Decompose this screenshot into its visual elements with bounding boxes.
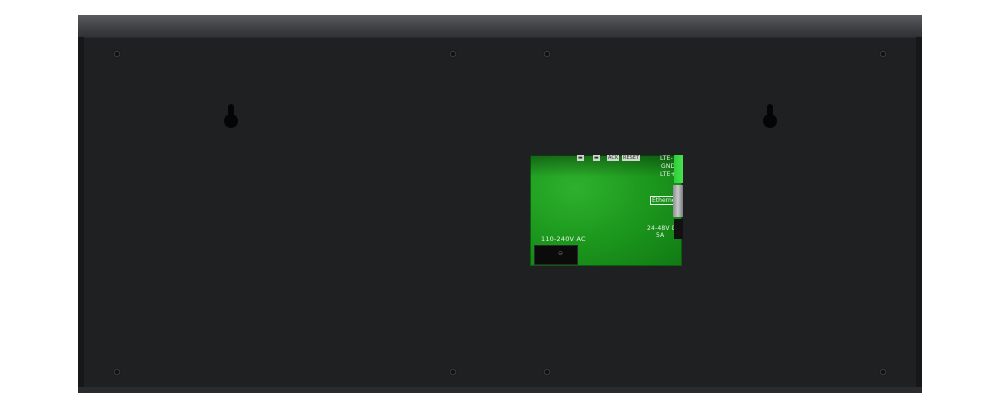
pcb-top-label-1: ▬	[577, 155, 584, 161]
pcb-top-label-reset: RESET	[622, 155, 641, 161]
screw-icon	[449, 368, 457, 376]
dc-current-label: 5A	[656, 232, 665, 239]
keyhole-mount-icon	[763, 104, 777, 130]
ac-power-connector[interactable]	[534, 245, 578, 265]
enclosure-back-panel	[78, 37, 922, 393]
ac-input-label: 110-240V AC	[541, 235, 586, 243]
dc-power-jack[interactable]	[674, 219, 683, 239]
screw-icon	[879, 50, 887, 58]
keyhole-mount-icon	[224, 104, 238, 130]
terminal-label-lte-minus: LTE-	[660, 155, 673, 162]
device-enclosure	[78, 15, 922, 393]
enclosure-top-bevel	[78, 15, 922, 39]
pcb-top-label-2: ▬	[593, 155, 600, 161]
enclosure-left-edge	[78, 37, 84, 393]
enclosure-right-edge	[916, 37, 922, 393]
pcb-top-label-ack: ACK	[607, 155, 620, 161]
screw-icon	[113, 368, 121, 376]
screw-icon	[113, 50, 121, 58]
lte-terminal-block[interactable]	[674, 155, 683, 183]
screw-icon	[449, 50, 457, 58]
enclosure-bottom-lip	[78, 387, 922, 393]
ethernet-port[interactable]	[673, 185, 683, 217]
ac-connector-pin-icon: ⊖	[558, 250, 564, 257]
screw-icon	[543, 368, 551, 376]
screw-icon	[879, 368, 887, 376]
screw-icon	[543, 50, 551, 58]
